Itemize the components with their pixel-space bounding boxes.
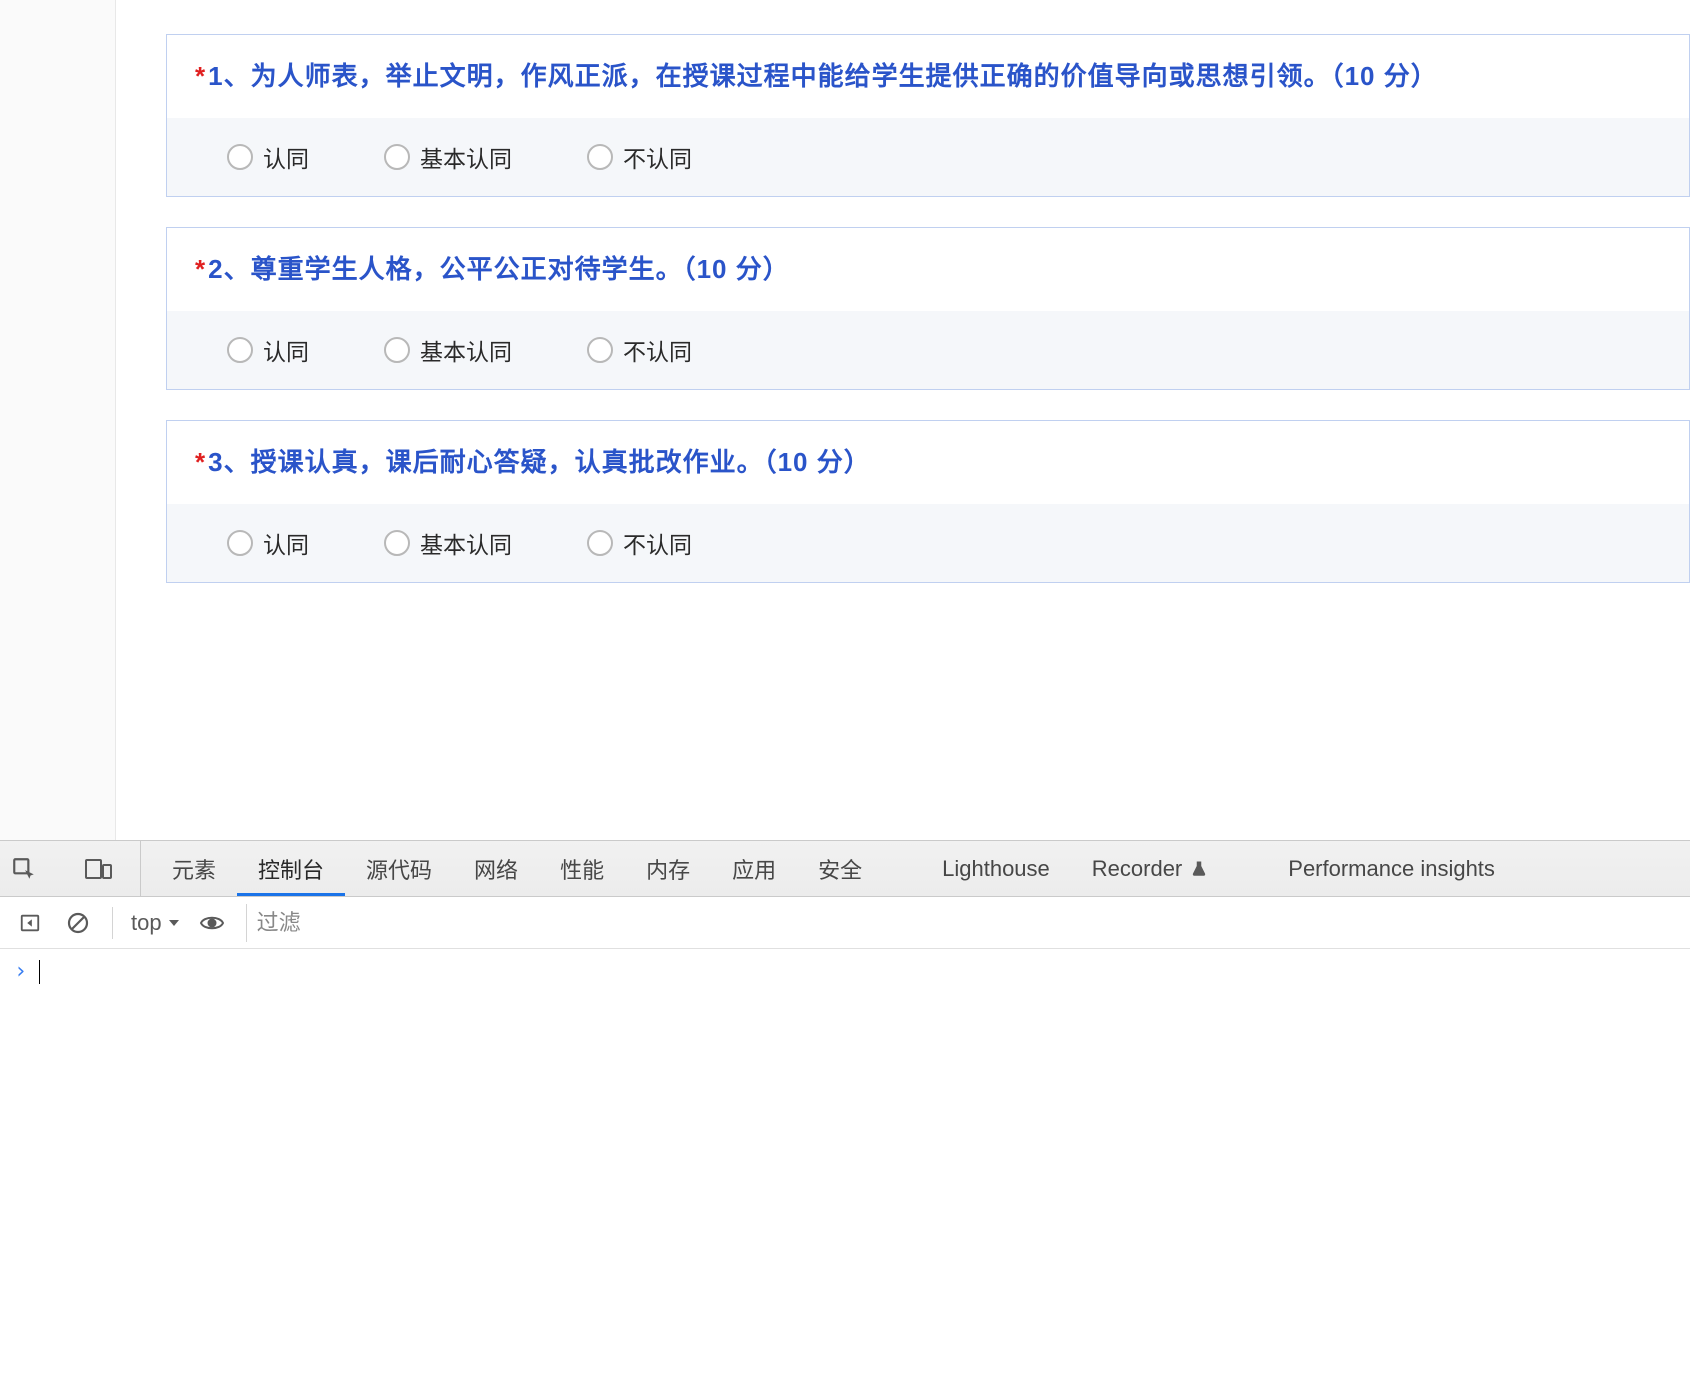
console-filter-input[interactable] [246, 904, 1684, 942]
radio-icon [384, 144, 410, 170]
tab-memory[interactable]: 内存 [625, 841, 711, 896]
chevron-down-icon [168, 917, 180, 929]
console-sidebar-toggle-icon[interactable] [12, 905, 48, 941]
question-2-options: 认同 基本认同 不认同 [167, 311, 1689, 389]
inspect-element-icon[interactable] [6, 851, 42, 887]
required-mark: * [195, 61, 206, 91]
required-mark: * [195, 447, 206, 477]
option-label: 不认同 [623, 333, 692, 367]
tab-label: 网络 [474, 853, 518, 885]
option-label: 基本认同 [420, 333, 512, 367]
clear-console-icon[interactable] [60, 905, 96, 941]
tab-elements[interactable]: 元素 [151, 841, 237, 896]
tab-label: 应用 [732, 853, 776, 885]
question-text: 3、授课认真，课后耐心答疑，认真批改作业。（10 分） [208, 447, 871, 477]
execution-context-selector[interactable]: top [123, 910, 188, 936]
option-label: 基本认同 [420, 526, 512, 560]
flask-icon [1190, 860, 1208, 878]
eye-icon[interactable] [194, 905, 230, 941]
devtools-panel: 元素 控制台 源代码 网络 性能 内存 应用 安全 Lighthouse Rec… [0, 840, 1690, 1376]
context-label: top [131, 910, 162, 936]
console-prompt-icon: › [14, 959, 27, 984]
tab-label: 控制台 [258, 853, 324, 885]
text-cursor [39, 960, 40, 984]
q2-option-agree[interactable]: 认同 [227, 333, 309, 367]
q2-option-disagree[interactable]: 不认同 [587, 333, 692, 367]
tab-label: 安全 [818, 853, 862, 885]
devtools-tabbar: 元素 控制台 源代码 网络 性能 内存 应用 安全 Lighthouse Rec… [0, 841, 1690, 897]
tab-label: 元素 [172, 853, 216, 885]
console-toolbar: top [0, 897, 1690, 949]
tab-security[interactable]: 安全 [797, 841, 883, 896]
tab-application[interactable]: 应用 [711, 841, 797, 896]
q3-option-mostly-agree[interactable]: 基本认同 [384, 526, 512, 560]
tab-label: Lighthouse [942, 856, 1050, 882]
tab-lighthouse[interactable]: Lighthouse [921, 841, 1071, 896]
radio-icon [587, 337, 613, 363]
radio-icon [227, 530, 253, 556]
q3-option-agree[interactable]: 认同 [227, 526, 309, 560]
question-card-3: *3、授课认真，课后耐心答疑，认真批改作业。（10 分） 认同 基本认同 不认同 [166, 420, 1690, 583]
option-label: 认同 [263, 140, 309, 174]
tab-label: 源代码 [366, 853, 432, 885]
console-body[interactable]: › [0, 949, 1690, 994]
separator [112, 907, 113, 939]
tab-label: Performance insights [1288, 856, 1495, 882]
option-label: 不认同 [623, 140, 692, 174]
sidebar [0, 0, 116, 840]
tab-performance[interactable]: 性能 [539, 841, 625, 896]
q2-option-mostly-agree[interactable]: 基本认同 [384, 333, 512, 367]
option-label: 基本认同 [420, 140, 512, 174]
required-mark: * [195, 254, 206, 284]
q1-option-disagree[interactable]: 不认同 [587, 140, 692, 174]
radio-icon [587, 530, 613, 556]
device-toolbar-icon[interactable] [80, 851, 116, 887]
question-1-options: 认同 基本认同 不认同 [167, 118, 1689, 196]
question-3-options: 认同 基本认同 不认同 [167, 504, 1689, 582]
question-text: 1、为人师表，举止文明，作风正派，在授课过程中能给学生提供正确的价值导向或思想引… [208, 61, 1438, 91]
tab-performance-insights[interactable]: Performance insights [1267, 841, 1516, 896]
option-label: 认同 [263, 526, 309, 560]
tab-network[interactable]: 网络 [453, 841, 539, 896]
question-card-1: *1、为人师表，举止文明，作风正派，在授课过程中能给学生提供正确的价值导向或思想… [166, 34, 1690, 197]
question-card-2: *2、尊重学生人格，公平公正对待学生。（10 分） 认同 基本认同 不认同 [166, 227, 1690, 390]
tab-sources[interactable]: 源代码 [345, 841, 453, 896]
tab-label: 内存 [646, 853, 690, 885]
question-text: 2、尊重学生人格，公平公正对待学生。（10 分） [208, 254, 790, 284]
question-title-1: *1、为人师表，举止文明，作风正派，在授课过程中能给学生提供正确的价值导向或思想… [167, 35, 1689, 118]
question-title-3: *3、授课认真，课后耐心答疑，认真批改作业。（10 分） [167, 421, 1689, 504]
tab-label: 性能 [560, 853, 604, 885]
page-content: *1、为人师表，举止文明，作风正派，在授课过程中能给学生提供正确的价值导向或思想… [0, 0, 1690, 840]
tab-label: Recorder [1092, 856, 1182, 882]
q3-option-disagree[interactable]: 不认同 [587, 526, 692, 560]
radio-icon [384, 337, 410, 363]
option-label: 认同 [263, 333, 309, 367]
radio-icon [384, 530, 410, 556]
q1-option-mostly-agree[interactable]: 基本认同 [384, 140, 512, 174]
q1-option-agree[interactable]: 认同 [227, 140, 309, 174]
option-label: 不认同 [623, 526, 692, 560]
tab-console[interactable]: 控制台 [237, 841, 345, 896]
survey-form: *1、为人师表，举止文明，作风正派，在授课过程中能给学生提供正确的价值导向或思想… [116, 0, 1690, 583]
question-title-2: *2、尊重学生人格，公平公正对待学生。（10 分） [167, 228, 1689, 311]
devtools-icon-group [0, 841, 141, 896]
radio-icon [227, 144, 253, 170]
tab-recorder[interactable]: Recorder [1071, 841, 1229, 896]
radio-icon [227, 337, 253, 363]
radio-icon [587, 144, 613, 170]
